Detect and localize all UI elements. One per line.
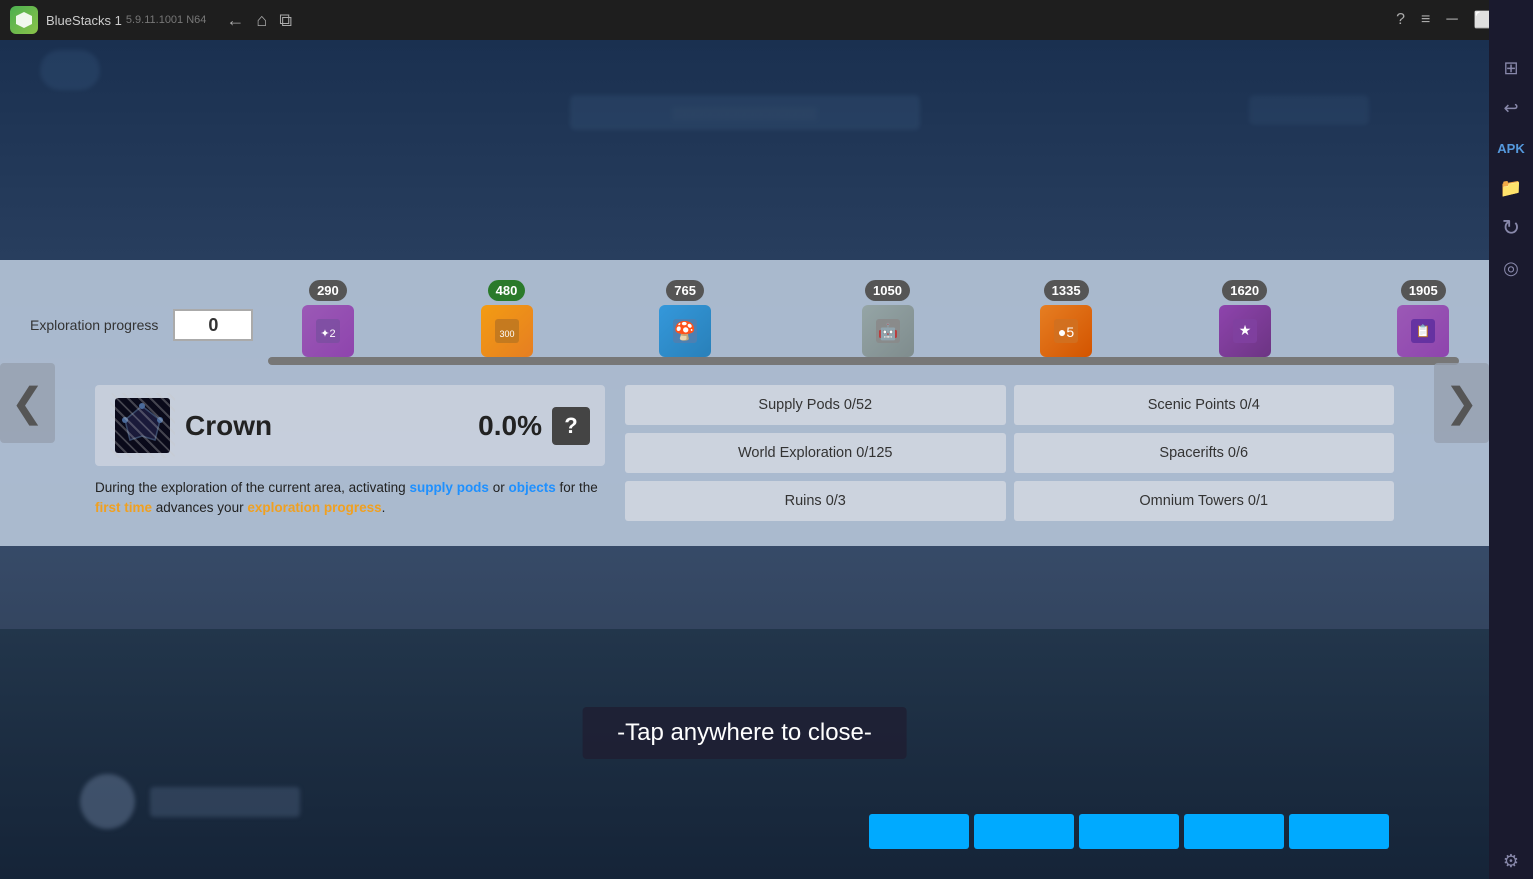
bg-top-bar <box>40 50 100 90</box>
milestone-icon-1335: ●5 <box>1040 305 1092 357</box>
milestone-480: 480 300 <box>481 280 533 357</box>
progress-label: Exploration progress <box>30 317 158 333</box>
bottom-btn-1[interactable] <box>869 814 969 849</box>
windows-button[interactable]: ⧉ <box>279 10 292 31</box>
progress-value: 0 <box>208 315 218 336</box>
milestone-icon-480: 300 <box>481 305 533 357</box>
bottom-btn-2[interactable] <box>974 814 1074 849</box>
sidebar-icon-3[interactable]: APK <box>1493 130 1529 166</box>
sidebar-icon-2[interactable]: ↩ <box>1493 90 1529 126</box>
minimize-button[interactable]: ─ <box>1446 11 1457 29</box>
crown-section: Crown 0.0% ? During the exploration of t… <box>95 385 605 521</box>
progress-section: Exploration progress 0 290 ✦2 <box>30 280 1459 370</box>
milestone-765: 765 🍄 <box>659 280 711 357</box>
bg-top-right <box>1249 95 1369 125</box>
right-sidebar: ⊞ ↩ APK 📁 ↻ ◎ ⚙ <box>1489 0 1533 879</box>
svg-text:●5: ●5 <box>1058 324 1074 340</box>
arrow-right-icon: ❯ <box>1445 380 1479 426</box>
milestone-icon-765: 🍄 <box>659 305 711 357</box>
svg-text:✦2: ✦2 <box>320 328 335 340</box>
milestone-container: 290 ✦2 480 300 765 <box>268 280 1459 370</box>
bl-circle <box>80 774 135 829</box>
milestone-icon-1620: ★ <box>1219 305 1271 357</box>
stat-spacerifts[interactable]: Spacerifts 0/6 <box>1014 433 1395 473</box>
highlight-supply-pods: supply pods <box>409 480 489 495</box>
arrow-left-icon: ❮ <box>11 380 45 426</box>
nav-buttons: ← ⌂ ⧉ <box>226 10 292 31</box>
question-button[interactable]: ? <box>552 407 590 445</box>
milestone-1050: 1050 🤖 <box>862 280 914 357</box>
highlight-exploration-progress: exploration progress <box>247 500 381 515</box>
sidebar-icon-7[interactable]: ⚙ <box>1493 843 1529 879</box>
app-version: 5.9.11.1001 N64 <box>126 14 207 26</box>
svg-text:📋: 📋 <box>1416 324 1431 338</box>
svg-text:★: ★ <box>1238 322 1251 338</box>
milestone-1335: 1335 ●5 <box>1040 280 1092 357</box>
progress-bar-track <box>268 357 1459 365</box>
bottom-btn-3[interactable] <box>1079 814 1179 849</box>
svg-text:300: 300 <box>499 329 514 339</box>
milestone-icon-1050: 🤖 <box>862 305 914 357</box>
progress-value-box: 0 <box>173 309 253 341</box>
crown-percent: 0.0% <box>478 410 542 442</box>
milestone-icon-290: ✦2 <box>302 305 354 357</box>
milestone-badge-1335: 1335 <box>1044 280 1089 301</box>
app-title: BlueStacks 1 <box>46 13 122 28</box>
menu-button[interactable]: ≡ <box>1421 11 1430 29</box>
bottom-buttons <box>869 814 1389 849</box>
crown-header: Crown 0.0% ? <box>95 385 605 466</box>
help-button[interactable]: ? <box>1396 11 1405 29</box>
highlight-objects: objects <box>508 480 555 495</box>
bottom-btn-4[interactable] <box>1184 814 1284 849</box>
bottom-left-ui <box>80 774 300 829</box>
milestone-1620: 1620 ★ <box>1219 280 1271 357</box>
stat-ruins[interactable]: Ruins 0/3 <box>625 481 1006 521</box>
milestone-290: 290 ✦2 <box>302 280 354 357</box>
crown-bg-diagonal <box>110 393 175 458</box>
milestone-badge-765: 765 <box>666 280 704 301</box>
back-button[interactable]: ← <box>226 10 244 31</box>
sidebar-icon-1[interactable]: ⊞ <box>1493 50 1529 86</box>
titlebar: BlueStacks 1 5.9.11.1001 N64 ← ⌂ ⧉ ? ≡ ─… <box>0 0 1533 40</box>
crown-image <box>110 393 175 458</box>
sidebar-icon-6[interactable]: ◎ <box>1493 250 1529 286</box>
stat-world-exploration[interactable]: World Exploration 0/125 <box>625 433 1006 473</box>
bottom-area: -Tap anywhere to close- <box>0 629 1489 879</box>
exploration-panel: Exploration progress 0 290 ✦2 <box>0 260 1489 546</box>
milestone-badge-1050: 1050 <box>865 280 910 301</box>
stat-scenic-points[interactable]: Scenic Points 0/4 <box>1014 385 1395 425</box>
milestone-icon-1905: 📋 <box>1397 305 1449 357</box>
milestone-1905: 1905 📋 <box>1397 280 1449 357</box>
bg-top-center: ░░░░░░░░░░░░░░░░░ <box>570 95 920 130</box>
arrow-right-button[interactable]: ❯ <box>1434 363 1489 443</box>
crown-name: Crown <box>185 410 478 442</box>
svg-text:🍄: 🍄 <box>674 320 696 341</box>
highlight-first-time: first time <box>95 500 152 515</box>
arrow-left-button[interactable]: ❮ <box>0 363 55 443</box>
home-button[interactable]: ⌂ <box>256 10 267 31</box>
bluestacks-logo <box>10 6 38 34</box>
crown-description: During the exploration of the current ar… <box>95 478 605 519</box>
stat-omnium-towers[interactable]: Omnium Towers 0/1 <box>1014 481 1395 521</box>
milestone-badge-1905: 1905 <box>1401 280 1446 301</box>
content-row: Crown 0.0% ? During the exploration of t… <box>30 385 1459 521</box>
bl-bar <box>150 787 300 817</box>
svg-text:🤖: 🤖 <box>878 322 898 341</box>
milestone-badge-480: 480 <box>488 280 526 301</box>
stat-supply-pods[interactable]: Supply Pods 0/52 <box>625 385 1006 425</box>
milestone-badge-290: 290 <box>309 280 347 301</box>
tap-to-close[interactable]: -Tap anywhere to close- <box>582 707 907 759</box>
game-area: ░░░░░░░░░░░░░░░░░ Exploration progress 0… <box>0 40 1489 879</box>
progress-track-wrapper: 290 ✦2 480 300 765 <box>268 280 1459 370</box>
bottom-btn-5[interactable] <box>1289 814 1389 849</box>
sidebar-icon-5[interactable]: ↻ <box>1493 210 1529 246</box>
question-icon: ? <box>564 413 577 439</box>
stats-grid: Supply Pods 0/52 Scenic Points 0/4 World… <box>625 385 1394 521</box>
milestone-badge-1620: 1620 <box>1222 280 1267 301</box>
sidebar-icon-4[interactable]: 📁 <box>1493 170 1529 206</box>
